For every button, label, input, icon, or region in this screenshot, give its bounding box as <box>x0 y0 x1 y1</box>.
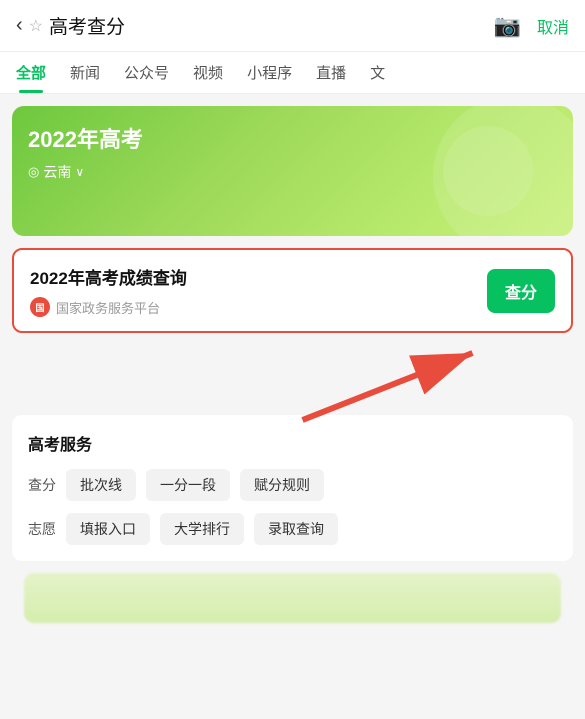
cancel-button[interactable]: 取消 <box>537 14 569 38</box>
location-chevron-icon: ∨ <box>75 165 84 179</box>
tab-gzh[interactable]: 公众号 <box>112 52 181 93</box>
banner-title: 2022年高考 <box>28 122 557 154</box>
row-label-0: 查分 <box>28 475 56 495</box>
source-logo: 国 <box>30 297 50 317</box>
arrow-svg <box>12 345 573 425</box>
tab-wen[interactable]: 文 <box>358 52 397 93</box>
tag-1-2[interactable]: 录取查询 <box>254 513 338 545</box>
query-score-button[interactable]: 查分 <box>487 269 555 313</box>
back-icon[interactable]: ‹ <box>16 14 23 37</box>
result-title: 2022年高考成绩查询 <box>30 264 475 289</box>
star-icon[interactable]: ☆ <box>29 16 43 36</box>
location-pin-icon: ◎ <box>28 164 39 180</box>
tab-live[interactable]: 直播 <box>304 52 358 93</box>
arrow-indicator <box>12 345 573 425</box>
top-nav-bar: ‹ ☆ 高考查分 📷 取消 <box>0 0 585 52</box>
row-label-1: 志愿 <box>28 519 56 539</box>
tag-0-0[interactable]: 批次线 <box>66 469 136 501</box>
result-source: 国 国家政务服务平台 <box>30 297 475 317</box>
services-section-title: 高考服务 <box>28 431 557 455</box>
tab-mini[interactable]: 小程序 <box>235 52 304 93</box>
tag-0-1[interactable]: 一分一段 <box>146 469 230 501</box>
bottom-blurred-content <box>24 573 561 623</box>
green-banner: 2022年高考 ◎ 云南 ∨ <box>12 106 573 236</box>
tab-bar: 全部 新闻 公众号 视频 小程序 直播 文 <box>0 52 585 94</box>
banner-location[interactable]: ◎ 云南 ∨ <box>28 162 557 182</box>
tab-video[interactable]: 视频 <box>181 52 235 93</box>
services-row-1: 志愿 填报入口 大学排行 录取查询 <box>28 513 557 545</box>
nav-right: 📷 取消 <box>494 13 569 39</box>
result-info: 2022年高考成绩查询 国 国家政务服务平台 <box>30 264 475 317</box>
tag-1-0[interactable]: 填报入口 <box>66 513 150 545</box>
nav-left: ‹ ☆ 高考查分 <box>16 12 125 39</box>
tab-news[interactable]: 新闻 <box>58 52 112 93</box>
camera-icon[interactable]: 📷 <box>494 13 521 39</box>
service-tags-0: 批次线 一分一段 赋分规则 <box>66 469 324 501</box>
services-row-0: 查分 批次线 一分一段 赋分规则 <box>28 469 557 501</box>
tab-all[interactable]: 全部 <box>4 52 58 93</box>
services-card: 高考服务 查分 批次线 一分一段 赋分规则 志愿 填报入口 大学排行 录取查询 <box>12 415 573 561</box>
service-tags-1: 填报入口 大学排行 录取查询 <box>66 513 338 545</box>
main-content: 2022年高考 ◎ 云南 ∨ 2022年高考成绩查询 国 国家政务服务平台 查分 <box>0 94 585 635</box>
source-name: 国家政务服务平台 <box>56 298 160 317</box>
result-card: 2022年高考成绩查询 国 国家政务服务平台 查分 <box>12 248 573 333</box>
location-text: 云南 <box>43 162 71 182</box>
tag-0-2[interactable]: 赋分规则 <box>240 469 324 501</box>
tag-1-1[interactable]: 大学排行 <box>160 513 244 545</box>
page-title: 高考查分 <box>49 12 125 39</box>
